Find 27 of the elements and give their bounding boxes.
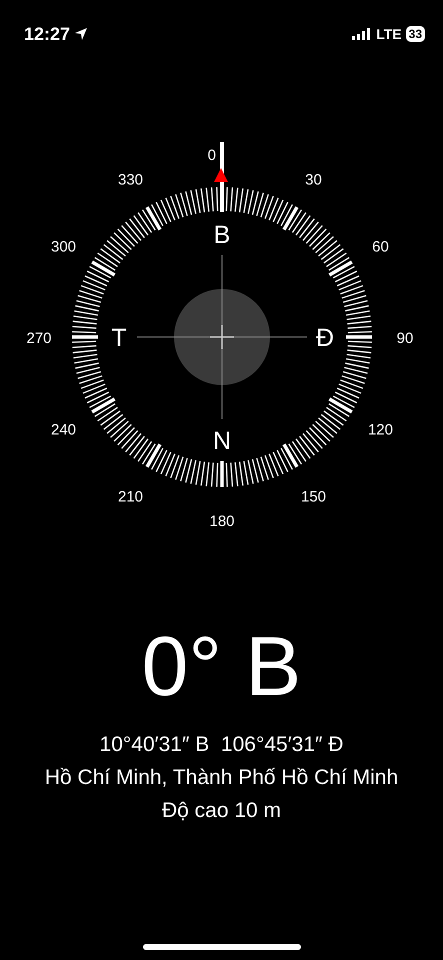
degree-label: 240 [51, 422, 76, 438]
direction-letter: B [214, 221, 230, 249]
direction-letter: Đ [316, 324, 334, 352]
direction-letter: T [111, 324, 127, 352]
location-arrow-icon [74, 27, 88, 41]
degree-label: 30 [305, 172, 322, 189]
degree-label: 90 [396, 330, 414, 347]
home-indicator[interactable] [143, 944, 301, 950]
degree-label: 180 [209, 513, 235, 530]
location-name: Hồ Chí Minh, Thành Phố Hồ Chí Minh [44, 765, 400, 790]
direction-letter: N [212, 427, 232, 455]
degree-label: 0 [208, 147, 216, 164]
degree-label: 150 [300, 488, 326, 506]
degree-label: 300 [51, 238, 76, 256]
coordinates: 10°40′31″ B 106°45′31″ Đ [98, 732, 344, 758]
degree-label: 120 [368, 422, 393, 438]
clock: 12:27 [24, 22, 70, 46]
heading-readout: 0° B [140, 624, 302, 708]
degree-label: 270 [26, 330, 52, 347]
signal-icon [352, 28, 372, 40]
battery-icon: 33 [406, 26, 425, 42]
network-type: LTE [376, 24, 402, 44]
degree-label: 60 [372, 238, 389, 256]
degree-label: 210 [118, 488, 144, 506]
north-pointer-icon [214, 168, 228, 182]
altitude: Độ cao 10 m [160, 798, 282, 824]
degree-label: 330 [118, 172, 144, 189]
